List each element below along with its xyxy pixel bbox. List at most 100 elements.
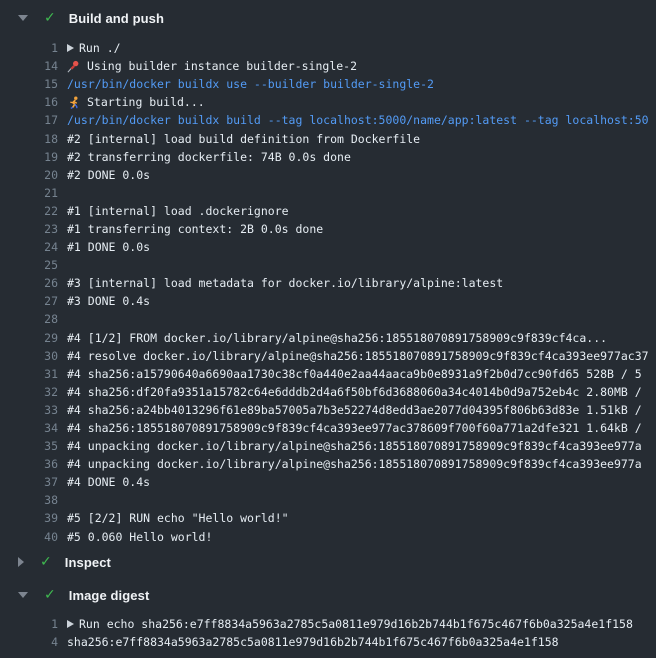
log-line: 1 Run ./ xyxy=(0,39,656,57)
line-content: #2 DONE 0.0s xyxy=(58,168,150,182)
log-line: 29 #4 [1/2] FROM docker.io/library/alpine… xyxy=(0,329,656,347)
section-title: Image digest xyxy=(69,588,150,603)
line-number[interactable]: 15 xyxy=(0,77,58,91)
line-content: #1 [internal] load .dockerignore xyxy=(58,204,289,218)
log-line: 17/usr/bin/docker buildx build --tag loc… xyxy=(0,111,656,129)
log-text: #4 unpacking docker.io/library/alpine@sh… xyxy=(67,457,642,471)
log-text: #4 sha256:a15790640a6690aa1730c38cf0a440… xyxy=(67,367,642,381)
log-lines: 1 Run ./ 14 Using builder instance builder… xyxy=(0,36,656,546)
line-content: Starting build... xyxy=(58,95,205,109)
line-number[interactable]: 37 xyxy=(0,475,58,489)
log-text: #2 transferring dockerfile: 74B 0.0s don… xyxy=(67,150,351,164)
expand-group-play-icon[interactable] xyxy=(67,44,74,52)
line-number[interactable]: 36 xyxy=(0,457,58,471)
log-line: 4sha256:e7ff8834a5963a2785c5a0811e979d16… xyxy=(0,633,656,651)
log-line: 38 xyxy=(0,491,656,509)
log-text: #2 [internal] load build definition from… xyxy=(67,132,420,146)
log-line: 22#1 [internal] load .dockerignore xyxy=(0,202,656,220)
log-line: 25 xyxy=(0,256,656,274)
line-content: sha256:e7ff8834a5963a2785c5a0811e979d16b… xyxy=(58,635,559,649)
line-content: #4 [1/2] FROM docker.io/library/alpine@s… xyxy=(58,331,607,345)
chevron-down-icon xyxy=(18,15,28,21)
section-header-image-digest[interactable]: ✓ Image digest xyxy=(0,579,656,612)
line-content: /usr/bin/docker buildx use --builder bui… xyxy=(58,77,434,91)
line-number[interactable]: 1 xyxy=(0,617,58,631)
line-content: #4 sha256:185518070891758909c9f839cf4ca3… xyxy=(58,421,649,435)
log-text: #4 resolve docker.io/library/alpine@sha2… xyxy=(67,349,649,363)
line-number[interactable]: 29 xyxy=(0,331,58,345)
line-content: #4 resolve docker.io/library/alpine@sha2… xyxy=(58,349,649,363)
line-number[interactable]: 24 xyxy=(0,240,58,254)
line-number[interactable]: 40 xyxy=(0,530,58,544)
section-build-and-push: ✓Build and push 1 Run ./ 14 Using builder i… xyxy=(0,0,656,546)
line-number[interactable]: 38 xyxy=(0,493,58,507)
runner-icon xyxy=(67,96,80,109)
pushpin-icon xyxy=(67,60,80,73)
line-number[interactable]: 31 xyxy=(0,367,58,381)
line-content: Using builder instance builder-single-2 xyxy=(58,59,357,73)
log-line: 16 Starting build... xyxy=(0,93,656,111)
line-number[interactable]: 25 xyxy=(0,258,58,272)
log-text: #4 unpacking docker.io/library/alpine@sh… xyxy=(67,439,642,453)
section-inspect: ✓Inspect xyxy=(0,546,656,579)
log-line: 39 #5 [2/2] RUN echo "Hello world!" xyxy=(0,509,656,527)
log-text: #4 [1/2] FROM docker.io/library/alpine@s… xyxy=(67,331,607,345)
log-line: 36 #4 unpacking docker.io/library/alpine@… xyxy=(0,455,656,473)
log-text: Run ./ xyxy=(79,41,121,55)
line-number[interactable]: 28 xyxy=(0,312,58,326)
section-header-inspect[interactable]: ✓Inspect xyxy=(0,546,656,579)
line-number[interactable]: 20 xyxy=(0,168,58,182)
line-number[interactable]: 26 xyxy=(0,276,58,290)
log-line: 31 #4 sha256:a15790640a6690aa1730c38cf0a4… xyxy=(0,365,656,383)
log-text: #3 DONE 0.4s xyxy=(67,294,150,308)
line-number[interactable]: 30 xyxy=(0,349,58,363)
log-text: #1 transferring context: 2B 0.0s done xyxy=(67,222,323,236)
line-number[interactable]: 14 xyxy=(0,59,58,73)
line-content: Run ./ xyxy=(58,41,121,55)
line-number[interactable]: 18 xyxy=(0,132,58,146)
log-line: 30 #4 resolve docker.io/library/alpine@sh… xyxy=(0,347,656,365)
log-line: 37 #4 DONE 0.4s xyxy=(0,473,656,491)
log-line: 20#2 DONE 0.0s xyxy=(0,166,656,184)
log-line: 24 #1 DONE 0.0s xyxy=(0,238,656,256)
log-line: 15/usr/bin/docker buildx use --builder b… xyxy=(0,75,656,93)
success-check-icon: ✓ xyxy=(44,11,56,25)
success-check-icon: ✓ xyxy=(44,588,56,602)
line-number[interactable]: 35 xyxy=(0,439,58,453)
log-line: 14 Using builder instance builder-single… xyxy=(0,57,656,75)
section-title: Inspect xyxy=(65,555,111,570)
log-line: 27 #3 DONE 0.4s xyxy=(0,292,656,310)
line-number[interactable]: 34 xyxy=(0,421,58,435)
log-text: #5 [2/2] RUN echo "Hello world!" xyxy=(67,511,289,525)
line-number[interactable]: 17 xyxy=(0,113,58,127)
log-text: /usr/bin/docker buildx build --tag local… xyxy=(67,113,649,127)
line-number[interactable]: 1 xyxy=(0,41,58,55)
log-text: Using builder instance builder-single-2 xyxy=(87,59,357,73)
line-number[interactable]: 21 xyxy=(0,186,58,200)
section-header-build-and-push[interactable]: ✓Build and push xyxy=(0,0,656,36)
line-number[interactable]: 16 xyxy=(0,95,58,109)
line-number[interactable]: 32 xyxy=(0,385,58,399)
line-content: #5 [2/2] RUN echo "Hello world!" xyxy=(58,511,289,525)
log-text: #4 sha256:a24bb4013296f61e89ba57005a7b3e… xyxy=(67,403,649,417)
line-content: #2 transferring dockerfile: 74B 0.0s don… xyxy=(58,150,351,164)
log-line: 40#5 0.060 Hello world! xyxy=(0,528,656,546)
line-number[interactable]: 22 xyxy=(0,204,58,218)
chevron-down-icon xyxy=(18,592,28,598)
chevron-right-icon xyxy=(18,557,24,567)
line-content: Run echo sha256:e7ff8834a5963a2785c5a081… xyxy=(58,617,633,631)
expand-group-play-icon[interactable] xyxy=(67,620,74,628)
line-number[interactable]: 4 xyxy=(0,635,58,649)
log-text: #1 DONE 0.0s xyxy=(67,240,150,254)
line-number[interactable]: 39 xyxy=(0,511,58,525)
log-line: 18 #2 [internal] load build definition fr… xyxy=(0,129,656,147)
line-number[interactable]: 23 xyxy=(0,222,58,236)
line-number[interactable]: 33 xyxy=(0,403,58,417)
log-lines: 1Run echo sha256:e7ff8834a5963a2785c5a08… xyxy=(0,612,656,651)
log-text: #4 DONE 0.4s xyxy=(67,475,150,489)
log-line: 21 xyxy=(0,184,656,202)
line-number[interactable]: 27 xyxy=(0,294,58,308)
workflow-log: ✓Build and push1Run ./14 Using builder i… xyxy=(0,0,656,658)
line-number[interactable]: 19 xyxy=(0,150,58,164)
line-content: #4 sha256:a24bb4013296f61e89ba57005a7b3e… xyxy=(58,403,649,417)
